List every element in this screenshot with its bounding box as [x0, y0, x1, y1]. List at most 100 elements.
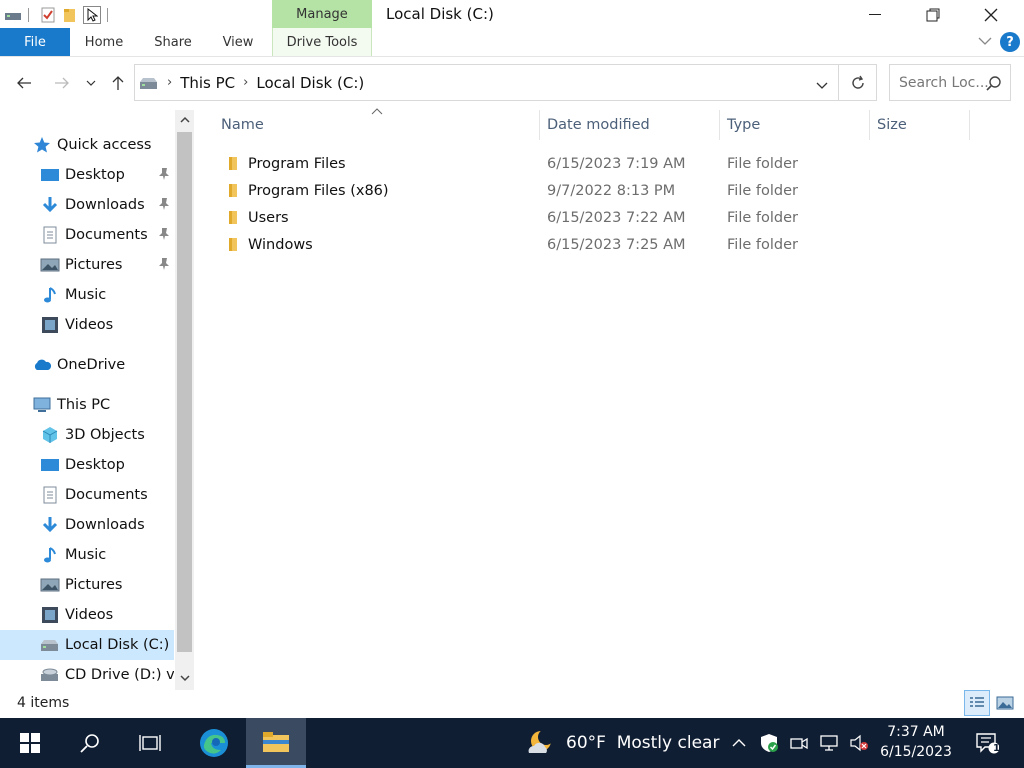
edge-browser-button[interactable]	[184, 718, 244, 768]
volume-muted-icon[interactable]	[844, 718, 874, 768]
nav-item-desktop-pc[interactable]: Desktop	[0, 450, 174, 480]
file-name: Users	[248, 209, 289, 226]
meet-now-icon[interactable]	[784, 718, 814, 768]
nav-item-pictures-pc[interactable]: Pictures	[0, 570, 174, 600]
videos-icon	[40, 605, 60, 625]
scroll-up-icon[interactable]	[175, 110, 194, 130]
file-type: File folder	[727, 155, 798, 172]
security-shield-icon[interactable]	[754, 718, 784, 768]
task-view-button[interactable]	[120, 718, 180, 768]
videos-icon	[40, 315, 60, 335]
search-taskbar-button[interactable]	[60, 718, 120, 768]
new-folder-icon[interactable]	[61, 6, 79, 24]
desktop-icon	[40, 165, 60, 185]
nav-scrollbar[interactable]	[175, 110, 194, 690]
file-date: 9/7/2022 8:13 PM	[547, 182, 676, 199]
nav-item-documents[interactable]: Documents	[0, 220, 174, 250]
breadcrumb-this-pc[interactable]: This PC	[180, 74, 235, 92]
file-row[interactable]: Program Files 6/15/2023 7:19 AM File fol…	[219, 150, 979, 177]
download-icon	[40, 195, 60, 215]
help-button[interactable]: ?	[1000, 32, 1020, 52]
scroll-down-icon[interactable]	[175, 668, 194, 688]
column-header-size[interactable]: Size	[870, 110, 970, 140]
drive-icon[interactable]	[4, 6, 22, 24]
scrollbar-thumb[interactable]	[177, 132, 192, 652]
file-row[interactable]: Users 6/15/2023 7:22 AM File folder	[219, 204, 979, 231]
search-icon	[986, 75, 1002, 95]
nav-item-desktop[interactable]: Desktop	[0, 160, 174, 190]
address-dropdown-icon[interactable]	[816, 78, 828, 94]
nav-item-documents-pc[interactable]: Documents	[0, 480, 174, 510]
minimize-button[interactable]	[846, 0, 904, 30]
cube-icon	[40, 425, 60, 445]
cloud-icon	[32, 355, 52, 375]
manage-tab[interactable]: Manage	[272, 0, 372, 28]
recent-locations-button[interactable]	[80, 68, 102, 98]
address-bar[interactable]: › This PC › Local Disk (C:)	[134, 64, 839, 101]
show-hidden-icons-button[interactable]	[724, 718, 754, 768]
file-explorer-taskbar-button[interactable]	[246, 718, 306, 768]
folder-icon	[225, 209, 241, 229]
column-header-type[interactable]: Type	[720, 110, 870, 140]
refresh-button[interactable]	[838, 64, 877, 101]
tab-share[interactable]: Share	[146, 28, 200, 56]
window-title: Local Disk (C:)	[386, 5, 494, 23]
nav-item-music[interactable]: Music	[0, 280, 174, 310]
nav-item-3d-objects[interactable]: 3D Objects	[0, 420, 174, 450]
status-bar: 4 items	[0, 690, 1024, 718]
file-row[interactable]: Windows 6/15/2023 7:25 AM File folder	[219, 231, 979, 258]
tab-drive-tools[interactable]: Drive Tools	[272, 28, 372, 56]
desktop-icon	[40, 455, 60, 475]
file-row[interactable]: Program Files (x86) 9/7/2022 8:13 PM Fil…	[219, 177, 979, 204]
customize-toolbar-icon[interactable]	[83, 6, 101, 24]
tab-view[interactable]: View	[214, 28, 262, 56]
pin-icon[interactable]	[158, 227, 170, 245]
pictures-icon	[40, 575, 60, 595]
column-header-name[interactable]: Name	[214, 110, 540, 140]
nav-item-downloads[interactable]: Downloads	[0, 190, 174, 220]
file-date: 6/15/2023 7:19 AM	[547, 155, 686, 172]
nav-item-videos[interactable]: Videos	[0, 310, 174, 340]
forward-button[interactable]	[48, 68, 76, 98]
file-name: Windows	[248, 236, 313, 253]
pin-icon[interactable]	[158, 257, 170, 275]
nav-item-downloads-pc[interactable]: Downloads	[0, 510, 174, 540]
details-view-button[interactable]	[964, 690, 990, 716]
nav-item-this-pc[interactable]: This PC	[0, 390, 174, 420]
nav-item-local-disk[interactable]: Local Disk (C:)	[0, 630, 174, 660]
properties-icon[interactable]	[39, 6, 57, 24]
pin-icon[interactable]	[158, 167, 170, 185]
file-date: 6/15/2023 7:25 AM	[547, 236, 686, 253]
start-button[interactable]	[0, 718, 60, 768]
nav-item-videos-pc[interactable]: Videos	[0, 600, 174, 630]
column-header-date-modified[interactable]: Date modified	[540, 110, 720, 140]
breadcrumb-local-disk[interactable]: Local Disk (C:)	[256, 74, 364, 92]
search-box[interactable]: Search Loc...	[889, 64, 1011, 101]
nav-item-quick-access[interactable]: Quick access	[0, 130, 174, 160]
clock[interactable]: 7:37 AM 6/15/2023	[872, 722, 960, 762]
close-button[interactable]	[962, 0, 1020, 30]
weather-text: 60°F Mostly clear	[566, 733, 720, 753]
pin-icon[interactable]	[158, 197, 170, 215]
weather-widget[interactable]: 60°F Mostly clear	[526, 718, 719, 768]
restore-button[interactable]	[904, 0, 962, 30]
tab-file[interactable]: File	[0, 28, 70, 56]
back-button[interactable]	[10, 68, 38, 98]
nav-item-music-pc[interactable]: Music	[0, 540, 174, 570]
tab-home[interactable]: Home	[76, 28, 132, 56]
star-icon	[32, 135, 52, 155]
nav-item-onedrive[interactable]: OneDrive	[0, 350, 174, 380]
file-type: File folder	[727, 236, 798, 253]
navigation-pane: Quick access Desktop Downloads Documents…	[0, 110, 196, 690]
quick-access-toolbar	[0, 4, 114, 26]
network-icon[interactable]	[814, 718, 844, 768]
notifications-button[interactable]: 1	[970, 718, 1004, 768]
large-icons-view-button[interactable]	[992, 690, 1018, 716]
file-name: Program Files	[248, 155, 346, 172]
up-button[interactable]	[104, 68, 132, 98]
expand-ribbon-icon[interactable]	[978, 34, 992, 50]
cd-drive-icon	[40, 665, 60, 685]
folder-icon	[225, 155, 241, 175]
nav-item-pictures[interactable]: Pictures	[0, 250, 174, 280]
nav-item-cd-drive[interactable]: CD Drive (D:) virt	[0, 660, 174, 690]
